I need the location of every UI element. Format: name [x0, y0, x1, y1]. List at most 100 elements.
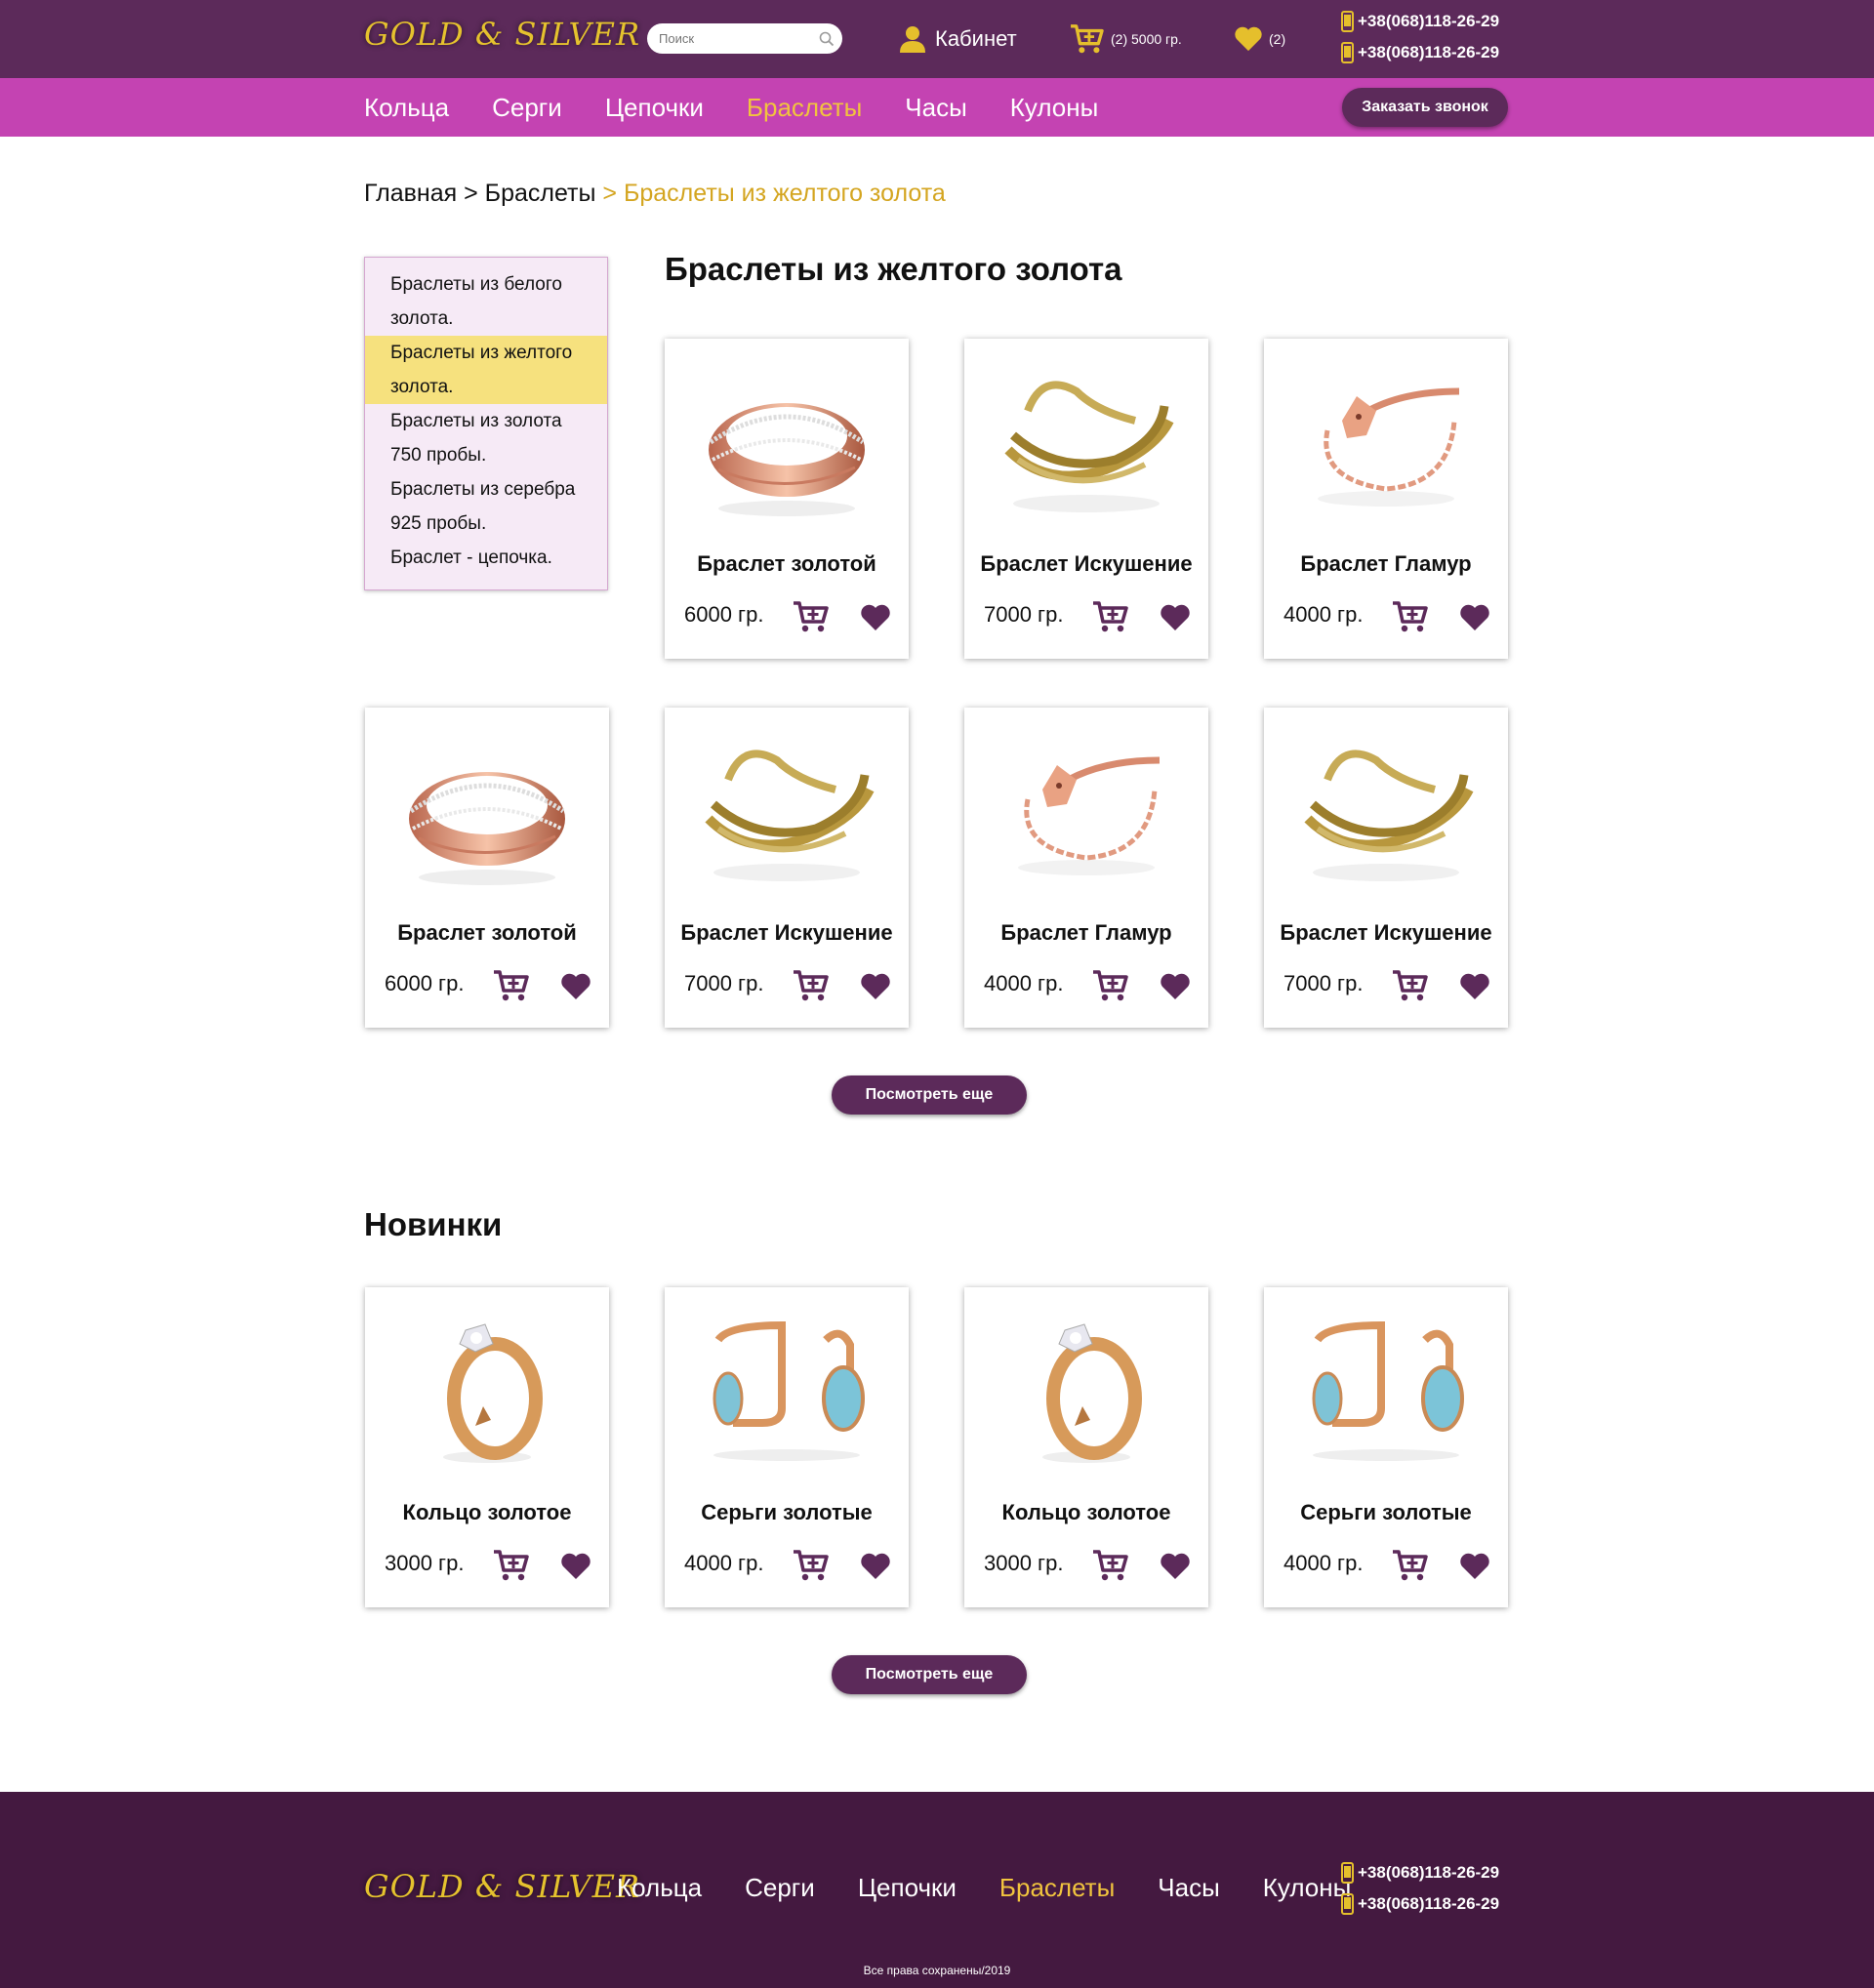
product-name[interactable]: Браслет Искушение — [665, 920, 909, 946]
breadcrumb-category[interactable]: Браслеты — [485, 180, 596, 207]
footer-nav-watches[interactable]: Часы — [1158, 1873, 1219, 1903]
add-to-favorites-icon[interactable] — [1459, 973, 1490, 1000]
nav-item-watches[interactable]: Часы — [905, 93, 966, 123]
sidebar-item-silver-925[interactable]: Браслеты из серебра 925 пробы. — [365, 472, 607, 541]
product-name[interactable]: Браслет Искушение — [964, 551, 1208, 577]
add-to-favorites-icon[interactable] — [560, 973, 591, 1000]
product-card[interactable]: Браслет золотой 6000 гр. — [365, 708, 609, 1028]
product-image[interactable] — [389, 721, 585, 892]
show-more-button[interactable]: Посмотреть еще — [832, 1075, 1027, 1115]
product-image[interactable] — [689, 721, 884, 892]
product-image[interactable] — [1288, 1301, 1484, 1472]
nav-item-bracelets[interactable]: Браслеты — [747, 93, 862, 123]
user-icon — [900, 26, 925, 53]
sidebar-item-yellow-gold[interactable]: Браслеты из желтого золота. — [365, 336, 607, 404]
add-to-favorites-icon[interactable] — [1160, 973, 1191, 1000]
add-to-cart-icon[interactable] — [1092, 600, 1129, 633]
nav-item-chains[interactable]: Цепочки — [605, 93, 704, 123]
add-to-favorites-icon[interactable] — [1160, 604, 1191, 631]
product-image[interactable] — [1288, 721, 1484, 892]
product-card[interactable]: Браслет Гламур 4000 гр. — [964, 708, 1208, 1028]
product-card[interactable]: Браслет Искушение 7000 гр. — [1264, 708, 1508, 1028]
add-to-cart-icon[interactable] — [793, 600, 830, 633]
add-to-cart-icon[interactable] — [1392, 1549, 1429, 1582]
phone-icon — [1341, 42, 1354, 63]
add-to-favorites-icon[interactable] — [1459, 604, 1490, 631]
search-input[interactable] — [647, 23, 842, 54]
product-card[interactable]: Браслет Искушение 7000 гр. — [964, 339, 1208, 659]
phone-row[interactable]: +38(068)118-26-29 — [1341, 41, 1499, 64]
add-to-favorites-icon[interactable] — [860, 973, 891, 1000]
product-image[interactable] — [389, 1301, 585, 1472]
sidebar-item-chain-bracelet[interactable]: Браслет - цепочка. — [365, 541, 607, 575]
product-image[interactable] — [989, 352, 1184, 523]
breadcrumb-home[interactable]: Главная — [364, 180, 457, 207]
product-name[interactable]: Серьги золотые — [1264, 1500, 1508, 1525]
add-to-cart-icon[interactable] — [793, 1549, 830, 1582]
breadcrumb: Главная > Браслеты > Браслеты из желтого… — [364, 180, 946, 208]
nav-item-rings[interactable]: Кольца — [364, 93, 449, 123]
add-to-cart-icon[interactable] — [1392, 600, 1429, 633]
logo[interactable]: GOLD & SILVER — [364, 16, 640, 53]
category-nav: Кольца Серги Цепочки Браслеты Часы Кулон… — [364, 78, 1141, 137]
product-name[interactable]: Браслет Гламур — [964, 920, 1208, 946]
add-to-cart-icon[interactable] — [493, 969, 530, 1002]
cart-summary[interactable]: (2) 5000 гр. — [1070, 21, 1182, 57]
footer-nav-rings[interactable]: Кольца — [617, 1873, 702, 1903]
add-to-cart-icon[interactable] — [793, 969, 830, 1002]
product-card[interactable]: Браслет золотой 6000 гр. — [665, 339, 909, 659]
footer-nav-pendants[interactable]: Кулоны — [1263, 1873, 1352, 1903]
callback-button[interactable]: Заказать звонок — [1342, 88, 1508, 127]
add-to-cart-icon[interactable] — [493, 1549, 530, 1582]
show-more-new-button[interactable]: Посмотреть еще — [832, 1655, 1027, 1694]
sidebar-item-white-gold[interactable]: Браслеты из белого золота. — [365, 267, 607, 336]
add-to-favorites-icon[interactable] — [860, 604, 891, 631]
cabinet-link[interactable]: Кабинет — [900, 21, 1017, 57]
add-to-favorites-icon[interactable] — [1459, 1553, 1490, 1580]
product-image[interactable] — [989, 721, 1184, 892]
nav-item-pendants[interactable]: Кулоны — [1010, 93, 1099, 123]
subcategory-sidebar: Браслеты из белого золота. Браслеты из ж… — [364, 257, 608, 590]
nav-item-earrings[interactable]: Серги — [492, 93, 562, 123]
add-to-favorites-icon[interactable] — [560, 1553, 591, 1580]
cart-summary-text: (2) 5000 гр. — [1111, 31, 1182, 47]
product-name[interactable]: Кольцо золотое — [964, 1500, 1208, 1525]
footer-nav-earrings[interactable]: Серги — [745, 1873, 815, 1903]
product-name[interactable]: Браслет золотой — [665, 551, 909, 577]
product-card[interactable]: Серьги золотые 4000 гр. — [665, 1287, 909, 1607]
product-name[interactable]: Серьги золотые — [665, 1500, 909, 1525]
breadcrumb-current: > Браслеты из желтого золота — [595, 180, 946, 207]
phone-icon — [1341, 1862, 1354, 1884]
favorites-link[interactable]: (2) — [1234, 23, 1285, 55]
add-to-favorites-icon[interactable] — [1160, 1553, 1191, 1580]
phone-row[interactable]: +38(068)118-26-29 — [1341, 1892, 1499, 1916]
sidebar-item-gold-750[interactable]: Браслеты из золота 750 пробы. — [365, 404, 607, 472]
product-name[interactable]: Браслет золотой — [365, 920, 609, 946]
phone-row[interactable]: +38(068)118-26-29 — [1341, 1861, 1499, 1885]
product-name[interactable]: Кольцо золотое — [365, 1500, 609, 1525]
heart-icon — [1235, 26, 1262, 52]
add-to-cart-icon[interactable] — [1092, 969, 1129, 1002]
product-price: 4000 гр. — [684, 1551, 764, 1575]
phone-row[interactable]: +38(068)118-26-29 — [1341, 10, 1499, 33]
product-image[interactable] — [1288, 352, 1484, 523]
product-image[interactable] — [689, 352, 884, 523]
add-to-favorites-icon[interactable] — [860, 1553, 891, 1580]
product-image[interactable] — [989, 1301, 1184, 1472]
product-card[interactable]: Браслет Гламур 4000 гр. — [1264, 339, 1508, 659]
cart-icon — [1071, 24, 1104, 54]
product-card[interactable]: Серьги золотые 4000 гр. — [1264, 1287, 1508, 1607]
product-card[interactable]: Кольцо золотое 3000 гр. — [964, 1287, 1208, 1607]
add-to-cart-icon[interactable] — [1092, 1549, 1129, 1582]
product-card[interactable]: Кольцо золотое 3000 гр. — [365, 1287, 609, 1607]
product-image[interactable] — [689, 1301, 884, 1472]
footer-logo[interactable]: GOLD & SILVER — [364, 1868, 640, 1905]
add-to-cart-icon[interactable] — [1392, 969, 1429, 1002]
footer-nav-bracelets[interactable]: Браслеты — [999, 1873, 1115, 1903]
search-icon[interactable] — [818, 30, 835, 48]
product-name[interactable]: Браслет Искушение — [1264, 920, 1508, 946]
footer-nav-chains[interactable]: Цепочки — [858, 1873, 957, 1903]
product-price: 3000 гр. — [385, 1551, 465, 1575]
product-name[interactable]: Браслет Гламур — [1264, 551, 1508, 577]
product-card[interactable]: Браслет Искушение 7000 гр. — [665, 708, 909, 1028]
